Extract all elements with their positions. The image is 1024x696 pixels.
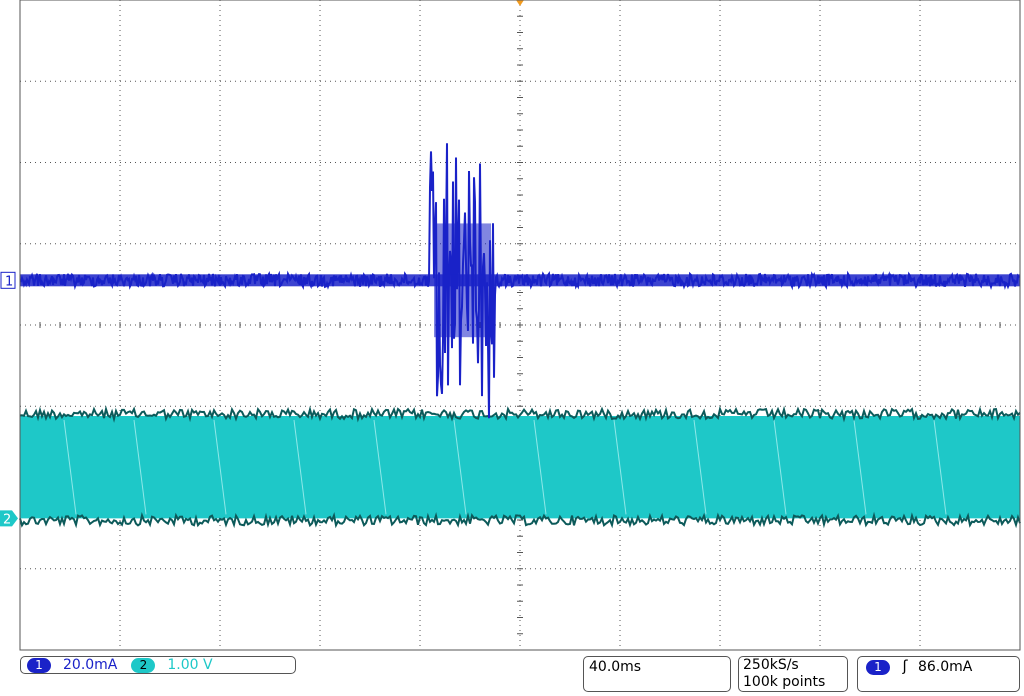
trigger-level: 86.0mA [917, 659, 973, 675]
trigger-box[interactable]: 1 ʃ 86.0mA [857, 656, 1020, 692]
sample-rate: 250kS/s [743, 657, 799, 673]
timebase-box[interactable]: 40.0ms [583, 656, 731, 692]
ch2-scale: 1.00 V [167, 657, 213, 673]
acquisition-box[interactable]: 250kS/s 100k points [738, 656, 848, 692]
ch2-marker-label: 2 [3, 512, 11, 527]
timebase-value: 40.0ms [589, 659, 642, 675]
record-length: 100k points [743, 674, 826, 690]
rising-edge-icon: ʃ [902, 657, 908, 675]
waveform-display: 12 [0, 0, 1021, 651]
ch1-marker-label: 1 [5, 274, 13, 289]
ch1-scale: 20.0mA [63, 657, 118, 673]
trigger-source-badge[interactable]: 1 [866, 659, 890, 675]
channel-scale-box[interactable]: 1 20.0mA 2 1.00 V [20, 656, 296, 674]
ch2-trace [19, 405, 1021, 529]
ch2-band [20, 416, 1020, 519]
ch1-badge[interactable]: 1 [27, 657, 51, 673]
ch2-badge[interactable]: 2 [131, 657, 156, 673]
ch1-baseline [20, 274, 1020, 287]
